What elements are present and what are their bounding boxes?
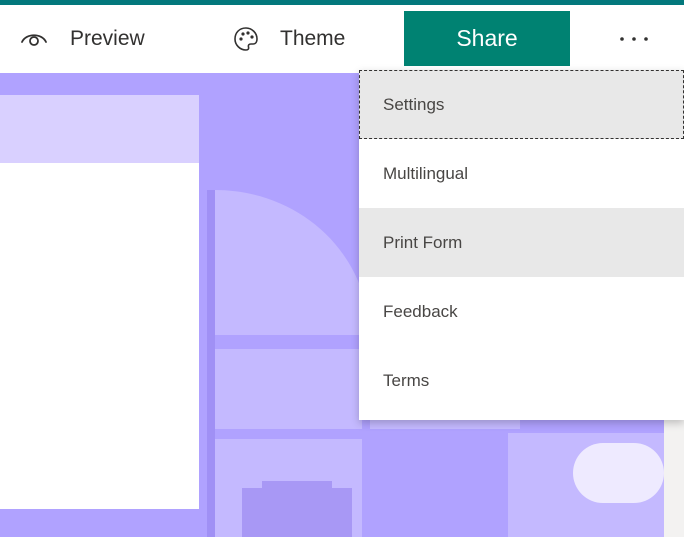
form-card-header: [0, 95, 199, 163]
preview-label: Preview: [70, 27, 145, 50]
theme-button[interactable]: Theme: [232, 5, 345, 73]
menu-item-print-form[interactable]: Print Form: [359, 208, 684, 277]
menu-item-settings[interactable]: Settings: [359, 70, 684, 139]
more-options-menu: Settings Multilingual Print Form Feedbac…: [359, 70, 684, 420]
menu-item-label: Feedback: [383, 301, 458, 321]
menu-item-terms[interactable]: Terms: [359, 346, 684, 415]
theme-label: Theme: [280, 27, 346, 50]
menu-item-label: Settings: [383, 94, 445, 114]
toolbar: Preview Theme Share: [0, 5, 684, 73]
more-options-button[interactable]: [608, 19, 660, 59]
preview-button[interactable]: Preview: [18, 5, 145, 73]
menu-item-label: Print Form: [383, 232, 463, 252]
share-button[interactable]: Share: [404, 11, 570, 66]
menu-item-label: Multilingual: [383, 163, 469, 183]
more-options-icon: [618, 30, 650, 48]
menu-item-label: Terms: [383, 370, 430, 390]
menu-item-multilingual[interactable]: Multilingual: [359, 139, 684, 208]
menu-item-feedback[interactable]: Feedback: [359, 277, 684, 346]
palette-icon: [232, 25, 260, 53]
eye-icon: [18, 23, 50, 55]
